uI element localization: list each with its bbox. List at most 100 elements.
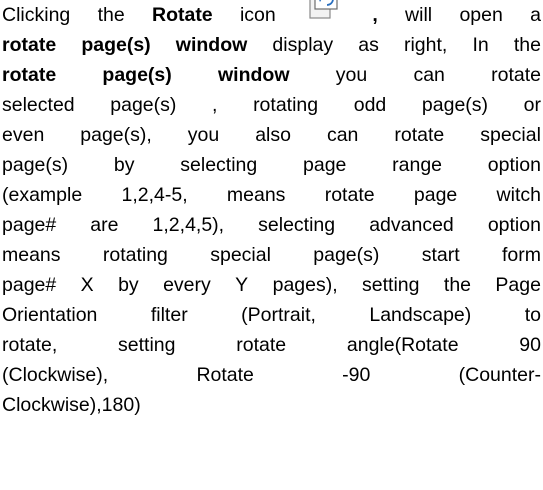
document-paragraph: Clicking the Rotate icon, will open a rotate pag…: [0, 0, 543, 420]
word: the: [97, 4, 125, 26]
word: Rotate: [196, 364, 254, 386]
word: angle(Rotate: [346, 334, 459, 356]
word: ,: [372, 4, 378, 26]
word: Y: [235, 274, 249, 296]
word: 90: [519, 334, 541, 356]
word: special: [210, 244, 271, 266]
word: (Counter-: [458, 364, 541, 386]
word: odd: [353, 94, 387, 116]
word: Clicking: [2, 4, 71, 26]
word: the: [513, 34, 541, 56]
text-line: rotate, setting rotate angle(Rotate 90: [0, 330, 543, 360]
word: start: [421, 244, 460, 266]
word: icon: [239, 4, 276, 26]
word: the: [443, 274, 472, 296]
word: selected: [2, 94, 75, 116]
word: In: [472, 34, 489, 56]
word: you: [335, 64, 368, 86]
word: display: [272, 34, 334, 56]
word: Orientation: [2, 304, 98, 326]
word: option: [487, 154, 541, 176]
word: to: [524, 304, 541, 326]
text-line: means rotating special page(s) start form: [0, 240, 543, 270]
text-line: Clockwise),180): [0, 390, 543, 420]
text-line: page# Xby every Ypages), setting the Page: [0, 270, 543, 300]
word: even: [2, 124, 45, 146]
word: open: [459, 4, 503, 26]
word: rotate,: [2, 334, 58, 356]
word: rotate: [2, 64, 57, 86]
word: a: [530, 4, 541, 26]
word: Page: [495, 274, 541, 296]
word: advanced: [369, 214, 454, 236]
word: can: [326, 124, 359, 146]
word: rotating: [253, 94, 319, 116]
word: Landscape): [369, 304, 472, 326]
word: page#: [2, 274, 57, 296]
word: page(s): [313, 244, 380, 266]
text-line: even page(s), you also can rotate special: [0, 120, 543, 150]
word: page(s): [2, 154, 69, 176]
word: page: [303, 154, 347, 176]
text-line: Orientation filter (Portrait, Landscape) to: [0, 300, 543, 330]
word: setting: [118, 334, 176, 356]
word: Clockwise),180): [2, 394, 141, 416]
word: 1,2,4-5,: [121, 184, 188, 206]
word: by: [118, 274, 139, 296]
word: page(s): [81, 34, 151, 56]
word: right,: [403, 34, 448, 56]
word: means: [2, 244, 61, 266]
word: will: [405, 4, 433, 26]
word: rotate: [394, 124, 445, 146]
word: ,: [212, 94, 218, 116]
text-line: (example 1,2,4-5, means rotate page witch: [0, 180, 543, 210]
word: rotate: [324, 184, 375, 206]
word: 1,2,4,5),: [152, 214, 225, 236]
word: selecting: [258, 214, 336, 236]
rotate-page-icon: [307, 0, 345, 30]
word: or: [523, 94, 541, 116]
word: as: [358, 34, 379, 56]
word: are: [90, 214, 119, 236]
word: every: [163, 274, 211, 296]
word: window: [175, 34, 248, 56]
word: setting: [362, 274, 420, 296]
word: by: [113, 154, 135, 176]
word: pages),: [272, 274, 338, 296]
word: rotate: [2, 34, 57, 56]
word: means: [226, 184, 286, 206]
word: rotate: [236, 334, 287, 356]
word: form: [501, 244, 541, 266]
word: page#: [2, 214, 57, 236]
word: also: [255, 124, 291, 146]
word: X: [80, 274, 94, 296]
word: rotate: [491, 64, 541, 86]
word: range: [392, 154, 443, 176]
word: (Clockwise),: [2, 364, 109, 386]
word: (Portrait,: [241, 304, 316, 326]
text-line: page(s) by selecting page range option: [0, 150, 543, 180]
word: filter: [150, 304, 188, 326]
text-line: rotate page(s) window you can rotate: [0, 60, 543, 90]
word: can: [413, 64, 445, 86]
word: page: [413, 184, 458, 206]
text-line: rotate page(s) window display as right, In the: [0, 30, 543, 60]
word: page(s),: [80, 124, 152, 146]
text-line: Clicking the Rotate icon, will open a: [0, 0, 543, 30]
text-line: page# are 1,2,4,5), selecting advanced option: [0, 210, 543, 240]
word: -90: [342, 364, 371, 386]
word: Rotate: [151, 4, 213, 26]
word: page(s): [421, 94, 489, 116]
text-line: selected page(s), rotating odd page(s) or: [0, 90, 543, 120]
text-line: (Clockwise), Rotate -90 (Counter-: [0, 360, 543, 390]
word: window: [218, 64, 290, 86]
word: rotating: [102, 244, 168, 266]
word: witch: [496, 184, 541, 206]
word: selecting: [180, 154, 258, 176]
word: (example: [2, 184, 83, 206]
word: option: [487, 214, 541, 236]
word: you: [187, 124, 220, 146]
word: special: [480, 124, 541, 146]
word: page(s): [102, 64, 172, 86]
word: page(s): [110, 94, 177, 116]
